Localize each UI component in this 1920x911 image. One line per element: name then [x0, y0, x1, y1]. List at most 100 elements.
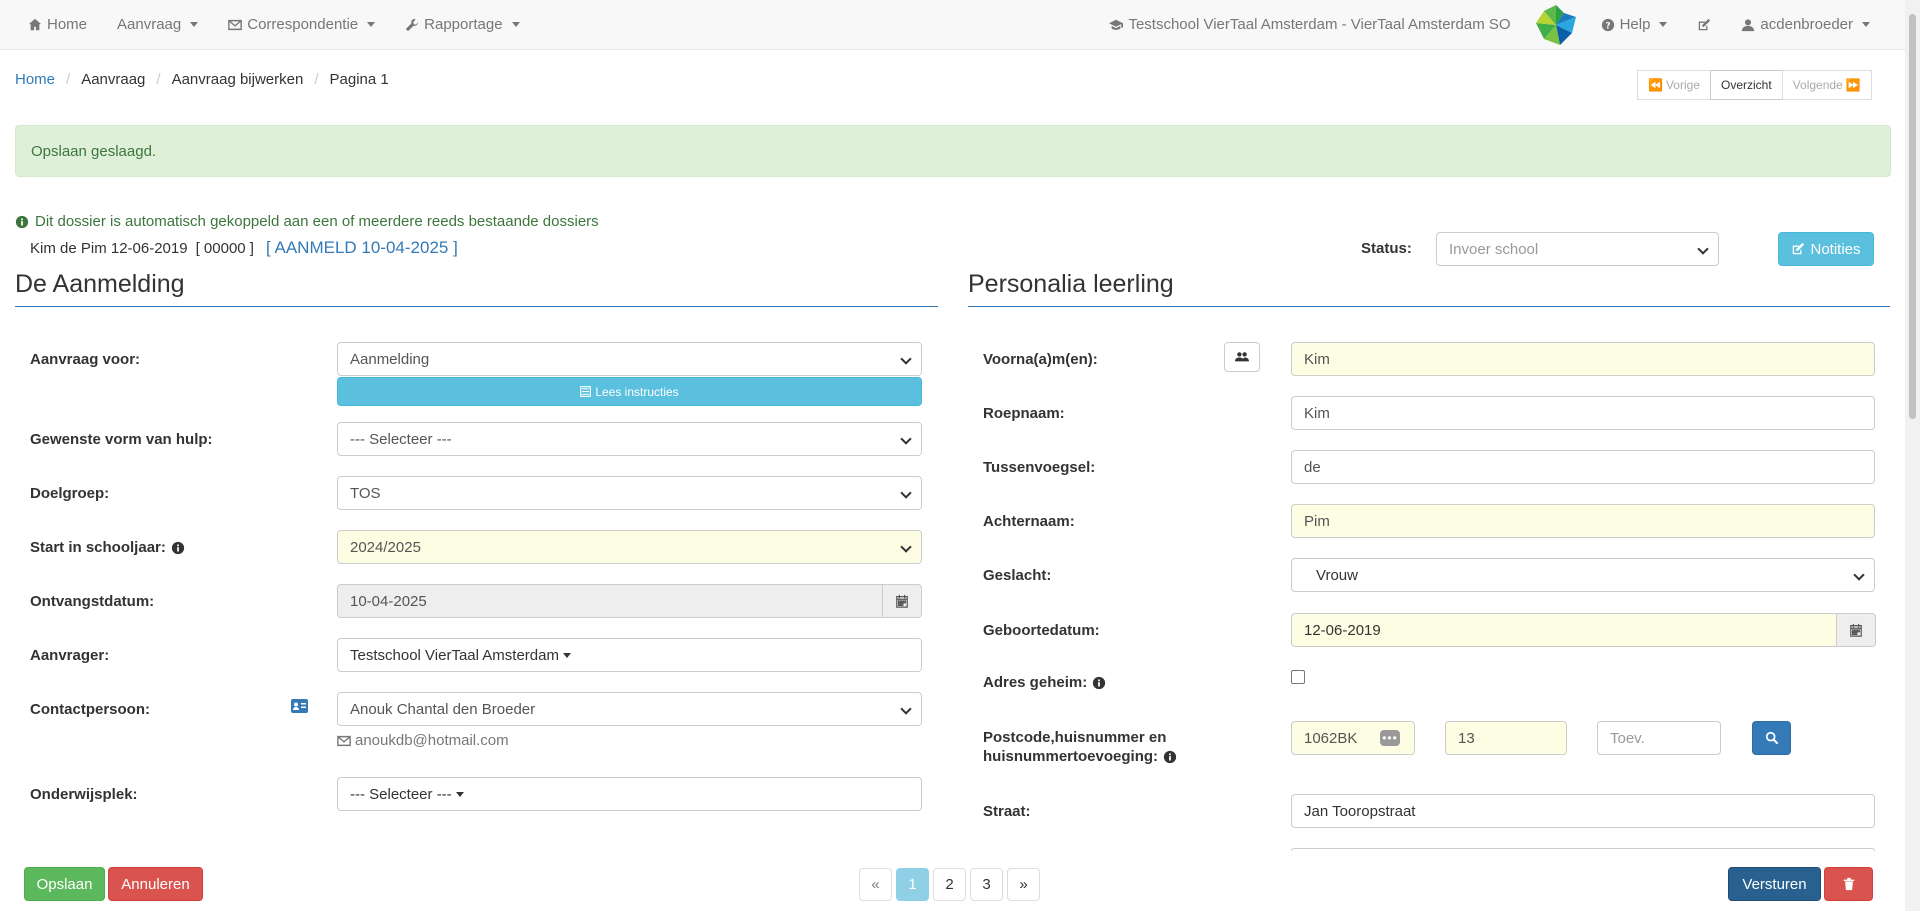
opslaan-button[interactable]: Opslaan — [24, 867, 105, 901]
delete-button[interactable] — [1824, 867, 1873, 901]
question-circle-icon: ? — [1601, 18, 1614, 31]
onderwijsplek-label: Onderwijsplek: — [30, 786, 138, 803]
volgende-button[interactable]: Volgende ⏩ — [1781, 70, 1872, 100]
straat-input[interactable]: Jan Tooropstraat — [1291, 794, 1875, 828]
record-pager: ⏪ Vorige Overzicht Volgende ⏩ — [1637, 70, 1872, 100]
caret-down-icon — [455, 791, 464, 797]
contactpersoon-select[interactable]: Anouk Chantal den Broeder — [337, 692, 922, 726]
ontvangstdatum-input: 10-04-2025 — [337, 584, 883, 618]
aanvrager-label: Aanvrager: — [30, 647, 110, 664]
aanvrager-dropdown[interactable]: Testschool VierTaal Amsterdam — [337, 638, 922, 672]
users-icon — [1235, 352, 1249, 362]
calendar-icon — [896, 594, 908, 608]
more-icon[interactable]: ••• — [1380, 730, 1400, 746]
aanvraag-voor-select[interactable]: Aanmelding — [337, 342, 922, 376]
roepnaam-label: Roepnaam: — [983, 405, 1065, 422]
nav-edit[interactable] — [1682, 0, 1726, 49]
geslacht-select[interactable]: Vrouw — [1291, 558, 1875, 592]
postcode-label: Postcode,huisnummer en huisnummertoevoeg… — [983, 728, 1177, 766]
nav-correspondentie[interactable]: Correspondentie — [213, 0, 390, 49]
page-2[interactable]: 2 — [933, 868, 966, 901]
viertaal-logo-icon — [1535, 4, 1576, 45]
aanmelding-title: De Aanmelding — [15, 270, 185, 298]
contact-email: anoukdb@hotmail.com — [337, 732, 509, 749]
home-icon — [28, 18, 42, 30]
breadcrumb-home[interactable]: Home — [15, 71, 55, 88]
top-navbar: Home Aanvraag Correspondentie Rapportage… — [0, 0, 1905, 50]
calendar-button[interactable] — [882, 584, 922, 618]
nav-help[interactable]: ? Help — [1586, 0, 1683, 49]
personalia-title: Personalia leerling — [968, 270, 1174, 298]
success-alert: Opslaan geslaagd. — [15, 125, 1891, 177]
tussenvoegsel-input[interactable]: de — [1291, 450, 1875, 484]
schooljaar-select[interactable]: 2024/2025 — [337, 530, 922, 564]
vorm-hulp-label: Gewenste vorm van hulp: — [30, 431, 213, 448]
huisnummer-input[interactable]: 13 — [1445, 721, 1567, 755]
onderwijsplek-dropdown[interactable]: --- Selecteer --- — [337, 777, 922, 811]
overzicht-button[interactable]: Overzicht — [1709, 70, 1783, 100]
breadcrumb-aanvraag: Aanvraag — [81, 71, 146, 88]
nav-rapportage[interactable]: Rapportage — [390, 0, 534, 49]
doelgroep-label: Doelgroep: — [30, 485, 110, 502]
voornamen-label: Voorna(a)m(en): — [983, 351, 1098, 368]
achternaam-label: Achternaam: — [983, 513, 1075, 530]
dossier-code: [ 00000 ] — [195, 239, 254, 257]
page-1[interactable]: 1 — [896, 868, 929, 901]
toevoeging-input[interactable]: Toev. — [1597, 721, 1721, 755]
versturen-button[interactable]: Versturen — [1728, 867, 1821, 901]
voornamen-input[interactable]: Kim — [1291, 342, 1875, 376]
ontvangstdatum-label: Ontvangstdatum: — [30, 593, 155, 610]
info-circle-icon[interactable] — [1163, 750, 1177, 764]
postcode-input[interactable]: 1062BK ••• — [1291, 721, 1415, 755]
envelope-icon — [337, 735, 351, 746]
page-scrollbar[interactable] — [1905, 0, 1920, 911]
link-notice: Dit dossier is automatisch gekoppeld aan… — [15, 213, 599, 230]
page-next[interactable]: » — [1007, 868, 1040, 901]
notities-button[interactable]: Notities — [1778, 232, 1874, 266]
page-3[interactable]: 3 — [970, 868, 1003, 901]
edit-icon — [1793, 242, 1805, 255]
dossier-name: Kim de Pim 12-06-2019 — [30, 239, 188, 257]
backward-icon: ⏪ — [1648, 78, 1663, 92]
status-label: Status: — [1361, 240, 1412, 257]
info-circle-icon[interactable] — [171, 541, 185, 555]
dossier-ref-link[interactable]: [ AANMELD 10-04-2025 ] — [266, 238, 458, 258]
user-icon — [1742, 18, 1755, 31]
calendar-icon — [1850, 623, 1862, 637]
search-address-button[interactable] — [1752, 721, 1791, 755]
info-circle-icon[interactable] — [1092, 676, 1106, 690]
breadcrumb-pagina: Pagina 1 — [329, 71, 389, 88]
vorm-hulp-select[interactable]: --- Selecteer --- — [337, 422, 922, 456]
roepnaam-input[interactable]: Kim — [1291, 396, 1875, 430]
caret-down-icon — [190, 22, 199, 27]
caret-down-icon — [1659, 22, 1668, 27]
page-prev[interactable]: « — [859, 868, 892, 901]
caret-down-icon — [511, 22, 520, 27]
list-icon — [580, 386, 592, 397]
edit-icon — [1699, 18, 1711, 30]
contact-card-icon[interactable] — [291, 699, 308, 713]
achternaam-input[interactable]: Pim — [1291, 504, 1875, 538]
vorige-button[interactable]: ⏪ Vorige — [1637, 70, 1711, 100]
annuleren-button[interactable]: Annuleren — [108, 867, 203, 901]
scrollbar-thumb[interactable] — [1909, 14, 1916, 419]
nav-home[interactable]: Home — [28, 0, 102, 49]
nav-school[interactable]: Testschool VierTaal Amsterdam - VierTaal… — [1109, 0, 1525, 49]
trash-icon — [1843, 877, 1854, 891]
caret-down-icon — [1862, 22, 1870, 27]
doelgroep-select[interactable]: TOS — [337, 476, 922, 510]
status-select[interactable]: Invoer school — [1436, 232, 1719, 266]
forward-icon: ⏩ — [1845, 78, 1861, 92]
nav-user[interactable]: acdenbroeder — [1726, 0, 1885, 49]
breadcrumb: Home / Aanvraag / Aanvraag bijwerken / P… — [15, 71, 389, 88]
persons-button[interactable] — [1224, 342, 1260, 372]
lees-instructies-button[interactable]: Lees instructies — [337, 377, 922, 406]
geboortedatum-label: Geboortedatum: — [983, 622, 1100, 639]
page-pagination: « 1 2 3 » — [859, 868, 1044, 901]
geboortedatum-input[interactable]: 12-06-2019 — [1291, 613, 1837, 647]
calendar-button[interactable] — [1836, 613, 1876, 647]
nav-aanvraag[interactable]: Aanvraag — [102, 0, 213, 49]
geslacht-label: Geslacht: — [983, 567, 1052, 584]
adres-geheim-checkbox[interactable] — [1291, 670, 1305, 684]
straat-label: Straat: — [983, 803, 1031, 820]
